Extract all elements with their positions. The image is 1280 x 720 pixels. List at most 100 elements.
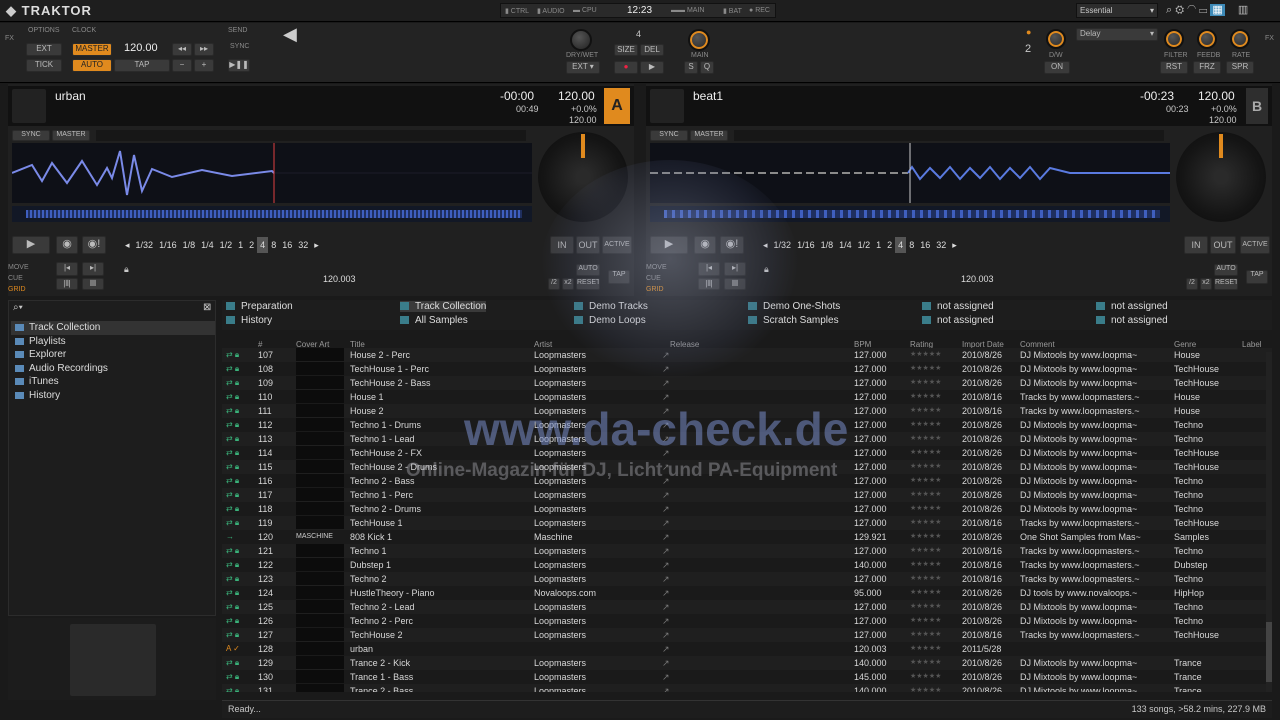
edit-icon[interactable]: ↗ bbox=[662, 488, 670, 502]
loop-size-button[interactable]: 16 bbox=[279, 237, 295, 253]
edit-icon[interactable]: ↗ bbox=[662, 376, 670, 390]
deck-b-out-button[interactable]: OUT bbox=[1210, 236, 1236, 254]
deck-b-stripe[interactable] bbox=[650, 206, 1170, 222]
deck-a-div2-button[interactable]: /2 bbox=[548, 278, 560, 290]
deck-a-stripe[interactable] bbox=[12, 206, 532, 222]
rating-stars[interactable]: ★★★★★ bbox=[910, 544, 941, 558]
favorite-item[interactable]: not assigned bbox=[1096, 315, 1168, 326]
rating-stars[interactable]: ★★★★★ bbox=[910, 572, 941, 586]
rating-stars[interactable]: ★★★★★ bbox=[910, 628, 941, 642]
table-row[interactable]: ⇄ 🔒︎ 107 House 2 - Perc Loopmasters 127.000 2… bbox=[222, 348, 1272, 362]
chevron-right-icon[interactable]: ▸ bbox=[949, 237, 960, 253]
deck-b-grid-right[interactable]: ▸| bbox=[724, 262, 746, 276]
table-row[interactable]: ⇄ 🔒︎ 116 Techno 2 - Bass Loopmasters 127.000… bbox=[222, 474, 1272, 488]
rate-knob[interactable] bbox=[1230, 29, 1250, 49]
rating-stars[interactable]: ★★★★★ bbox=[910, 642, 941, 656]
edit-icon[interactable]: ↗ bbox=[662, 516, 670, 530]
rating-stars[interactable]: ★★★★★ bbox=[910, 502, 941, 516]
tree-item[interactable]: Playlists bbox=[11, 335, 215, 349]
deck-a-auto-button[interactable]: AUTO bbox=[576, 264, 600, 276]
favorite-item[interactable]: Demo Tracks bbox=[574, 301, 648, 312]
rating-stars[interactable]: ★★★★★ bbox=[910, 404, 941, 418]
deck-b-play-button[interactable]: ▶ bbox=[650, 236, 688, 254]
loop-size-button[interactable]: 2 bbox=[884, 237, 895, 253]
table-row[interactable]: ⇄ 🔒︎ 121 Techno 1 Loopmasters 127.000 2010/8/… bbox=[222, 544, 1272, 558]
deck-a-grid-nudge-left[interactable]: |⫴| bbox=[56, 278, 78, 290]
loop-size-button[interactable]: 4 bbox=[257, 237, 269, 253]
table-row[interactable]: ⇄ 🔒︎ 114 TechHouse 2 - FX Loopmasters 127.00… bbox=[222, 446, 1272, 460]
edit-icon[interactable]: ↗ bbox=[662, 642, 670, 656]
edit-icon[interactable]: ↗ bbox=[662, 348, 670, 362]
rating-stars[interactable]: ★★★★★ bbox=[910, 418, 941, 432]
edit-icon[interactable]: ↗ bbox=[662, 572, 670, 586]
table-row[interactable]: ⇄ 🔒︎ 124 HustleTheory - Piano Novaloops.com… bbox=[222, 586, 1272, 600]
master-clock-button[interactable]: MASTER bbox=[72, 43, 112, 56]
tree-item[interactable]: Audio Recordings bbox=[11, 362, 215, 376]
table-row[interactable]: ⇄ 🔒︎ 113 Techno 1 - Lead Loopmasters 127.000… bbox=[222, 432, 1272, 446]
loop-size-button[interactable]: 1/16 bbox=[794, 237, 818, 253]
loop-size-button[interactable]: 8 bbox=[906, 237, 917, 253]
edit-icon[interactable]: ↗ bbox=[662, 362, 670, 376]
deck-b-auto-button[interactable]: AUTO bbox=[1214, 264, 1238, 276]
rating-stars[interactable]: ★★★★★ bbox=[910, 362, 941, 376]
favorite-item[interactable]: not assigned bbox=[922, 301, 994, 312]
record-button[interactable]: ● bbox=[614, 61, 638, 74]
table-row[interactable]: ⇄ 🔒︎ 119 TechHouse 1 Loopmasters 127.000 2010… bbox=[222, 516, 1272, 530]
deck-a-play-button[interactable]: ▶ bbox=[12, 236, 50, 254]
deck-a-cup-button[interactable]: ◉! bbox=[82, 236, 106, 254]
del-button[interactable]: DEL bbox=[640, 44, 664, 56]
rating-stars[interactable]: ★★★★★ bbox=[910, 684, 941, 692]
tap-button[interactable]: TAP bbox=[114, 59, 170, 72]
favorite-item[interactable]: Preparation bbox=[226, 301, 293, 312]
tick-toggle[interactable]: TICK bbox=[26, 59, 62, 72]
loop-size-button[interactable]: 1/2 bbox=[217, 237, 236, 253]
deck-b-master-button[interactable]: MASTER bbox=[690, 130, 728, 141]
edit-icon[interactable]: ↗ bbox=[662, 446, 670, 460]
table-row[interactable]: ⇄ 🔒︎ 118 Techno 2 - Drums Loopmasters 127.00… bbox=[222, 502, 1272, 516]
edit-icon[interactable]: ↗ bbox=[662, 614, 670, 628]
size-button[interactable]: SIZE bbox=[614, 44, 638, 56]
window-icon[interactable]: ▭ bbox=[1199, 4, 1207, 16]
table-row[interactable]: ⇄ 🔒︎ 129 Trance 2 - Kick Loopmasters 140.000… bbox=[222, 656, 1272, 670]
tree-item[interactable]: iTunes bbox=[11, 375, 215, 389]
deck-b-reset-button[interactable]: RESET bbox=[1214, 278, 1238, 290]
table-row[interactable]: ⇄ 🔒︎ 126 Techno 2 - Perc Loopmasters 127.000… bbox=[222, 614, 1272, 628]
tempo-up-button[interactable]: ▸▸ bbox=[194, 43, 214, 56]
browser-view-icon[interactable]: ▦ bbox=[1210, 4, 1225, 16]
edit-icon[interactable]: ↗ bbox=[662, 600, 670, 614]
chevron-right-icon[interactable]: ▸ bbox=[311, 237, 322, 253]
deck-a-platter[interactable] bbox=[538, 132, 628, 222]
table-row[interactable]: A ✓ 128 urban 120.003 2011/5/28 ↗ ★★★★★ bbox=[222, 642, 1272, 656]
plus-button[interactable]: + bbox=[194, 59, 214, 72]
deck-b-sync-button[interactable]: SYNC bbox=[650, 130, 688, 141]
deck-b-waveform[interactable] bbox=[650, 143, 1170, 203]
loop-size-button[interactable]: 16 bbox=[917, 237, 933, 253]
deck-b-active-button[interactable]: ACTIVE bbox=[1240, 236, 1270, 254]
table-row[interactable]: ⇄ 🔒︎ 112 Techno 1 - Drums Loopmasters 127.00… bbox=[222, 418, 1272, 432]
headphones-icon[interactable]: ◠ bbox=[1187, 4, 1196, 16]
rating-stars[interactable]: ★★★★★ bbox=[910, 474, 941, 488]
deck-b-grid-bpm[interactable]: 120.003 bbox=[961, 274, 994, 284]
table-row[interactable]: ⇄ 🔒︎ 117 Techno 1 - Perc Loopmasters 127.000… bbox=[222, 488, 1272, 502]
loop-size-button[interactable]: 1/2 bbox=[855, 237, 874, 253]
feedback-knob[interactable] bbox=[1197, 29, 1217, 49]
deck-a-x2-button[interactable]: x2 bbox=[562, 278, 574, 290]
deck-b-cue-button[interactable]: ◉ bbox=[694, 236, 716, 254]
table-row[interactable]: ⇄ 🔒︎ 110 House 1 Loopmasters 127.000 2010/8/1… bbox=[222, 390, 1272, 404]
lock-icon[interactable]: 🔒︎ bbox=[124, 264, 129, 275]
deck-b-grid-nudge-left[interactable]: |⫴| bbox=[698, 278, 720, 290]
deck-b-div2-button[interactable]: /2 bbox=[1186, 278, 1198, 290]
rating-stars[interactable]: ★★★★★ bbox=[910, 516, 941, 530]
deck-a-cue-button[interactable]: ◉ bbox=[56, 236, 78, 254]
favorite-item[interactable]: not assigned bbox=[922, 315, 994, 326]
dry-wet-knob[interactable] bbox=[570, 29, 592, 51]
loop-size-button[interactable]: 1/8 bbox=[818, 237, 837, 253]
edit-icon[interactable]: ↗ bbox=[662, 558, 670, 572]
spr-button[interactable]: SPR bbox=[1226, 61, 1254, 74]
edit-icon[interactable]: ↗ bbox=[662, 544, 670, 558]
loop-size-button[interactable]: 32 bbox=[295, 237, 311, 253]
loop-size-button[interactable]: 2 bbox=[246, 237, 257, 253]
favorite-item[interactable]: not assigned bbox=[1096, 301, 1168, 312]
rating-stars[interactable]: ★★★★★ bbox=[910, 432, 941, 446]
deck-a-sync-button[interactable]: SYNC bbox=[12, 130, 50, 141]
